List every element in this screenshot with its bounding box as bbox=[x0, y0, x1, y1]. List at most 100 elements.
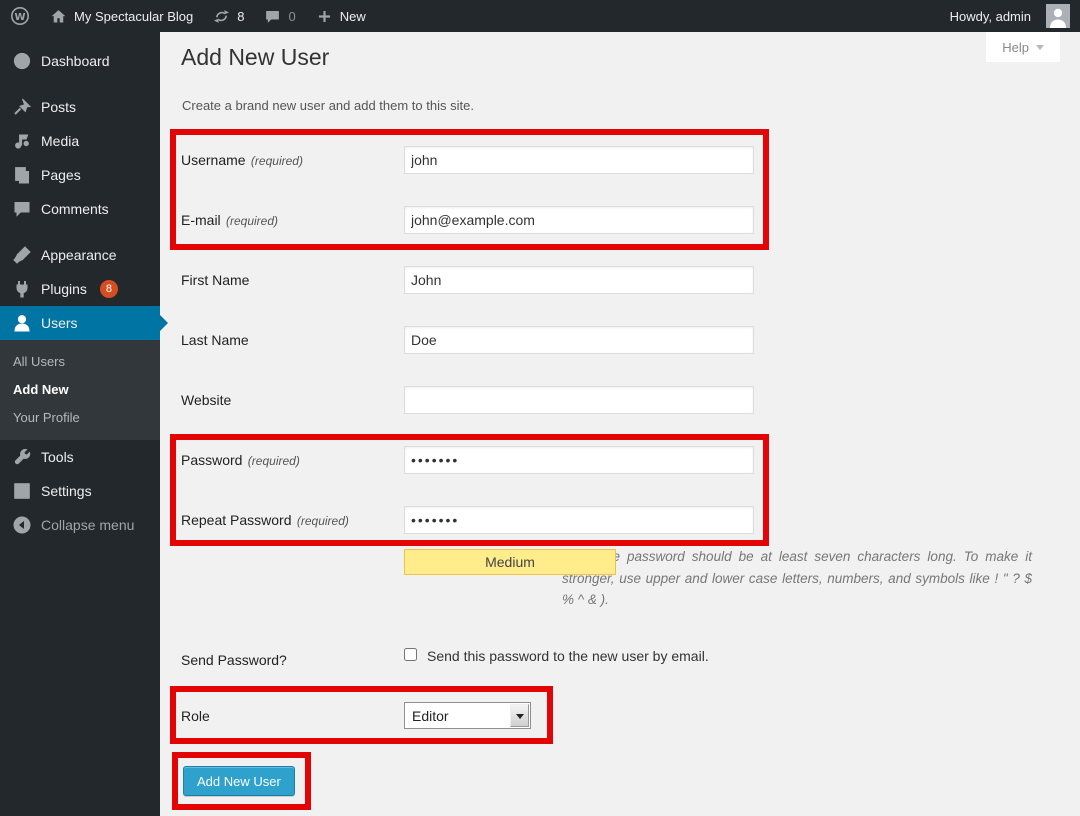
updates-link[interactable]: 8 bbox=[203, 0, 254, 32]
required-note: (required) bbox=[294, 514, 349, 528]
comment-bubble-icon bbox=[264, 8, 281, 25]
password-strength-meter: Medium bbox=[404, 549, 616, 575]
my-account-menu[interactable]: Howdy, admin bbox=[940, 0, 1080, 32]
comments-link[interactable]: 0 bbox=[254, 0, 305, 32]
email-label: E-mail bbox=[181, 212, 221, 228]
main-content: Help Add New User Create a brand new use… bbox=[160, 32, 1080, 816]
sidebar-item-appearance[interactable]: Appearance bbox=[0, 238, 160, 272]
help-button[interactable]: Help bbox=[986, 32, 1060, 62]
site-name-link[interactable]: My Spectacular Blog bbox=[40, 0, 203, 32]
sidebar-label: Media bbox=[41, 133, 79, 149]
sidebar-label: Pages bbox=[41, 167, 81, 183]
sidebar-item-media[interactable]: Media bbox=[0, 124, 160, 158]
wrench-icon bbox=[12, 447, 32, 467]
password-label: Password bbox=[181, 452, 242, 468]
add-new-user-button[interactable]: Add New User bbox=[183, 766, 295, 796]
comment-count: 0 bbox=[288, 9, 295, 24]
plug-icon bbox=[12, 279, 32, 299]
admin-sidebar: Dashboard Posts Media Pages Comments bbox=[0, 32, 160, 816]
select-dropdown-button[interactable] bbox=[510, 704, 529, 727]
new-label: New bbox=[340, 9, 366, 24]
website-row: Website bbox=[181, 386, 1041, 414]
page-title: Add New User bbox=[181, 44, 329, 71]
submenu-all-users[interactable]: All Users bbox=[0, 348, 160, 376]
update-count: 8 bbox=[237, 9, 244, 24]
page-subtitle: Create a brand new user and add them to … bbox=[182, 98, 474, 113]
send-password-label: Send Password? bbox=[181, 646, 397, 674]
website-input[interactable] bbox=[404, 386, 754, 414]
sidebar-label: Collapse menu bbox=[41, 517, 134, 533]
last-name-input[interactable] bbox=[404, 326, 754, 354]
plugin-update-badge: 8 bbox=[100, 280, 118, 298]
last-name-row: Last Name bbox=[181, 326, 1041, 354]
password-row: Password (required) bbox=[181, 446, 1041, 474]
sidebar-item-pages[interactable]: Pages bbox=[0, 158, 160, 192]
email-row: E-mail (required) bbox=[181, 206, 1041, 234]
wordpress-logo-menu[interactable]: W bbox=[0, 0, 40, 32]
sidebar-item-dashboard[interactable]: Dashboard bbox=[0, 44, 160, 78]
pushpin-icon bbox=[12, 97, 32, 117]
username-label: Username bbox=[181, 152, 246, 168]
role-select[interactable]: Editor bbox=[404, 702, 531, 729]
role-row: Role Editor bbox=[181, 702, 681, 728]
media-icon bbox=[12, 131, 32, 151]
sidebar-label: Plugins bbox=[41, 281, 87, 297]
sidebar-label: Posts bbox=[41, 99, 76, 115]
send-password-row: Send Password? Send this password to the… bbox=[181, 646, 1041, 668]
help-label: Help bbox=[1002, 40, 1029, 55]
chevron-down-icon bbox=[516, 714, 524, 723]
sidebar-item-settings[interactable]: Settings bbox=[0, 474, 160, 508]
comments-icon bbox=[12, 199, 32, 219]
last-name-label: Last Name bbox=[181, 332, 249, 348]
chevron-down-icon bbox=[1036, 45, 1044, 54]
sidebar-item-comments[interactable]: Comments bbox=[0, 192, 160, 226]
plus-icon bbox=[316, 8, 333, 25]
pages-icon bbox=[12, 165, 32, 185]
sidebar-label: Tools bbox=[41, 449, 74, 465]
site-name: My Spectacular Blog bbox=[74, 9, 193, 24]
admin-bar: W My Spectacular Blog 8 0 New Howdy, adm… bbox=[0, 0, 1080, 32]
username-row: Username (required) bbox=[181, 146, 1041, 174]
role-selected-value: Editor bbox=[405, 708, 510, 724]
sidebar-label: Settings bbox=[41, 483, 92, 499]
sidebar-label: Comments bbox=[41, 201, 109, 217]
send-password-checkbox-label: Send this password to the new user by em… bbox=[427, 646, 709, 666]
submenu-your-profile[interactable]: Your Profile bbox=[0, 404, 160, 432]
sidebar-label: Users bbox=[41, 315, 78, 331]
dashboard-icon bbox=[12, 51, 32, 71]
sidebar-item-users[interactable]: Users bbox=[0, 306, 160, 340]
repeat-password-label: Repeat Password bbox=[181, 512, 292, 528]
menu-separator bbox=[0, 78, 160, 90]
sidebar-item-tools[interactable]: Tools bbox=[0, 440, 160, 474]
sidebar-item-posts[interactable]: Posts bbox=[0, 90, 160, 124]
new-content-menu[interactable]: New bbox=[306, 0, 376, 32]
users-icon bbox=[12, 313, 32, 333]
website-label: Website bbox=[181, 392, 231, 408]
menu-separator bbox=[0, 32, 160, 44]
send-password-checkbox[interactable] bbox=[404, 648, 417, 661]
email-input[interactable] bbox=[404, 206, 754, 234]
svg-text:W: W bbox=[14, 12, 25, 23]
required-note: (required) bbox=[244, 454, 299, 468]
required-note: (required) bbox=[248, 154, 303, 168]
repeat-password-input[interactable] bbox=[404, 506, 754, 534]
home-icon bbox=[50, 8, 67, 25]
submenu-add-new[interactable]: Add New bbox=[0, 376, 160, 404]
collapse-arrow-icon bbox=[12, 515, 32, 535]
update-icon bbox=[213, 8, 230, 25]
required-note: (required) bbox=[223, 214, 278, 228]
menu-separator bbox=[0, 226, 160, 238]
first-name-input[interactable] bbox=[404, 266, 754, 294]
sidebar-item-plugins[interactable]: Plugins 8 bbox=[0, 272, 160, 306]
avatar bbox=[1046, 4, 1070, 28]
first-name-label: First Name bbox=[181, 272, 249, 288]
users-submenu: All Users Add New Your Profile bbox=[0, 340, 160, 440]
first-name-row: First Name bbox=[181, 266, 1041, 294]
password-input[interactable] bbox=[404, 446, 754, 474]
collapse-menu-button[interactable]: Collapse menu bbox=[0, 508, 160, 542]
paintbrush-icon bbox=[12, 245, 32, 265]
sidebar-label: Dashboard bbox=[41, 53, 110, 69]
howdy-text: Howdy, admin bbox=[950, 9, 1031, 24]
repeat-password-row: Repeat Password (required) bbox=[181, 506, 1041, 534]
username-input[interactable] bbox=[404, 146, 754, 174]
